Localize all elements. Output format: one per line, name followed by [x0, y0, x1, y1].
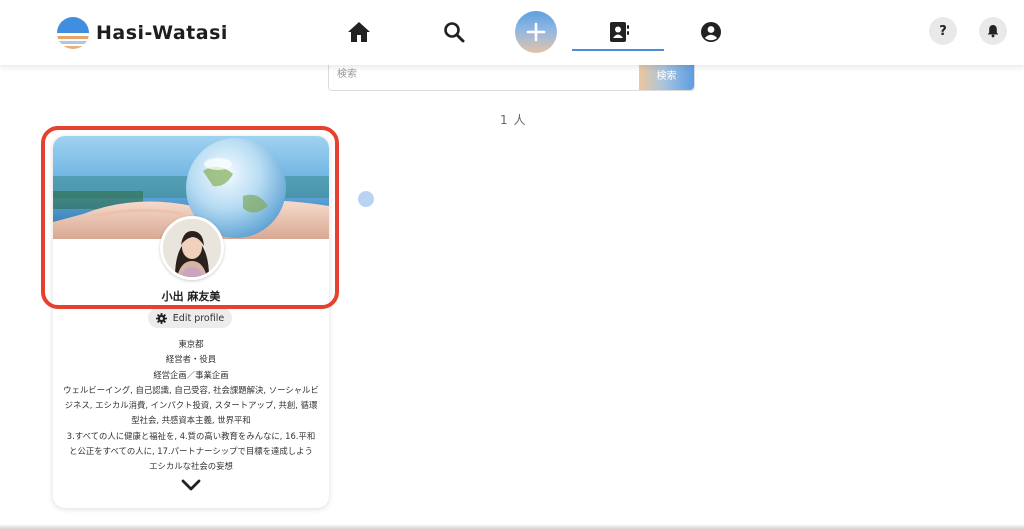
nav-contacts-button[interactable]: [603, 16, 635, 48]
nav-search-button[interactable]: [438, 16, 470, 48]
gear-icon: [155, 312, 167, 324]
profile-role: 経営者・役員: [165, 354, 217, 365]
top-nav-bar: Hasi-Watasi ?: [0, 0, 1024, 65]
help-button[interactable]: ?: [929, 17, 957, 45]
expand-button[interactable]: [180, 478, 202, 492]
help-label: ?: [939, 23, 947, 39]
nav-home-button[interactable]: [343, 16, 375, 48]
profile-interests-line: ジネス, エシカル消費, インパクト投資, スタートアップ, 共創, 循環: [64, 400, 318, 411]
cursor-indicator: [358, 191, 374, 207]
nav-profile-button[interactable]: [695, 16, 727, 48]
edit-profile-label: Edit profile: [172, 312, 225, 324]
result-count: 1 人: [500, 113, 527, 127]
chevron-down-icon: [181, 479, 201, 491]
search-icon: [444, 22, 465, 43]
search-button-label: 検索: [656, 71, 677, 82]
logo-text: Hasi-Watasi: [96, 22, 228, 44]
profile-location: 東京都: [178, 339, 204, 349]
profile-details: 東京都 経営者・役員 経営企画／事業企画 ウェルビーイング, 自己認識, 自己受…: [61, 337, 321, 475]
logo-icon: [57, 17, 89, 49]
edit-profile-button[interactable]: Edit profile: [148, 308, 232, 328]
bottom-edge: [0, 524, 1024, 530]
profile-sdgs-line: と公正をすべての人に, 17.パートナーシップで目標を達成しよう: [69, 446, 313, 457]
contacts-icon: [610, 22, 629, 42]
bell-icon: [987, 25, 999, 38]
profile-interests-line: ウェルビーイング, 自己認識, 自己受容, 社会課題解決, ソーシャルビ: [63, 384, 319, 395]
notifications-button[interactable]: [979, 17, 1007, 45]
home-icon: [348, 22, 370, 42]
profile-sdgs-line: 3.すべての人に健康と福祉を, 4.質の高い教育をみんなに, 16.平和: [66, 430, 316, 441]
profile-sdgs-line: エシカルな社会の妄想: [149, 461, 233, 472]
highlight-annotation: [41, 126, 339, 309]
profile-job: 経営企画／事業企画: [153, 369, 229, 380]
nav-add-button[interactable]: [515, 11, 557, 53]
user-circle-icon: [701, 22, 721, 42]
logo[interactable]: Hasi-Watasi: [56, 16, 228, 50]
plus-icon: [526, 22, 546, 42]
profile-interests-line: 型社会, 共感資本主義, 世界平和: [131, 415, 251, 426]
active-tab-indicator: [572, 49, 664, 51]
